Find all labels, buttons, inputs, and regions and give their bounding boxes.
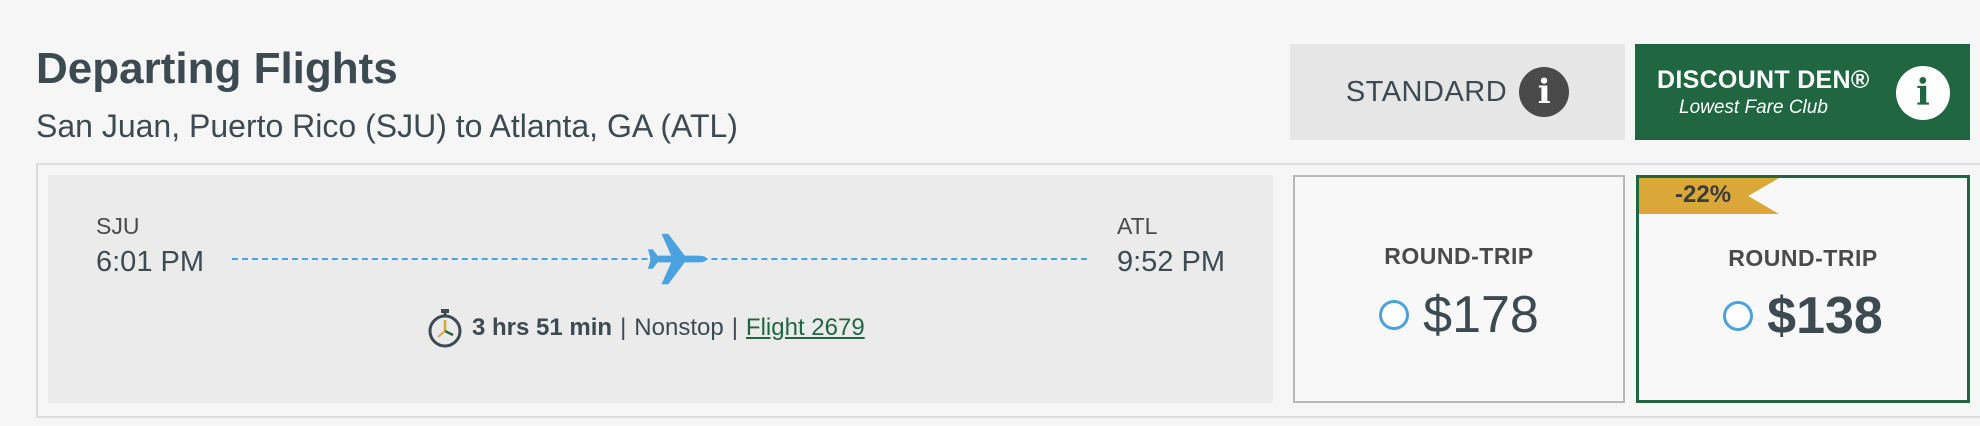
origin-airport-code: SJU bbox=[96, 213, 140, 239]
fare-radio-button[interactable] bbox=[1379, 300, 1410, 330]
fare-price-row: $138 bbox=[1639, 286, 1967, 346]
departure-time: 6:01 PM bbox=[96, 246, 204, 278]
page-title: Departing Flights bbox=[36, 44, 398, 93]
standard-fare-option[interactable]: ROUND-TRIP $178 bbox=[1293, 175, 1625, 403]
fare-type-label: ROUND-TRIP bbox=[1728, 245, 1878, 271]
fare-price: $178 bbox=[1423, 286, 1539, 344]
fare-type-label: ROUND-TRIP bbox=[1384, 243, 1534, 269]
stopwatch-icon bbox=[428, 309, 462, 348]
separator: | bbox=[731, 314, 738, 341]
route-subtitle: San Juan, Puerto Rico (SJU) to Atlanta, … bbox=[36, 108, 738, 144]
standard-fare-tab[interactable]: STANDARD i bbox=[1290, 44, 1625, 140]
arrival-time: 9:52 PM bbox=[1117, 246, 1225, 278]
flight-number-link[interactable]: Flight 2679 bbox=[746, 314, 865, 342]
discount-tab-subtitle: Lowest Fare Club bbox=[1679, 96, 1828, 118]
separator: | bbox=[620, 314, 627, 341]
flight-duration: 3 hrs 51 min bbox=[472, 314, 613, 341]
discount-percent: -22% bbox=[1675, 181, 1732, 208]
destination-airport-code: ATL bbox=[1117, 213, 1158, 239]
flight-info-row: 3 hrs 51 min | Nonstop | Flight 2679 bbox=[426, 308, 865, 348]
fare-price: $138 bbox=[1767, 287, 1883, 345]
info-icon[interactable]: i bbox=[1896, 66, 1950, 120]
airplane-icon bbox=[647, 233, 708, 285]
stops-text: Nonstop bbox=[634, 314, 724, 341]
fare-price-row: $178 bbox=[1295, 285, 1623, 345]
discount-den-tab[interactable]: DISCOUNT DEN® Lowest Fare Club i bbox=[1635, 44, 1970, 140]
standard-tab-label: STANDARD bbox=[1345, 75, 1508, 108]
discount-tab-text: DISCOUNT DEN® Lowest Fare Club bbox=[1657, 66, 1870, 119]
discount-tab-name: DISCOUNT DEN® bbox=[1657, 65, 1870, 94]
info-icon[interactable]: i bbox=[1519, 67, 1570, 117]
fare-radio-button[interactable] bbox=[1723, 301, 1754, 331]
